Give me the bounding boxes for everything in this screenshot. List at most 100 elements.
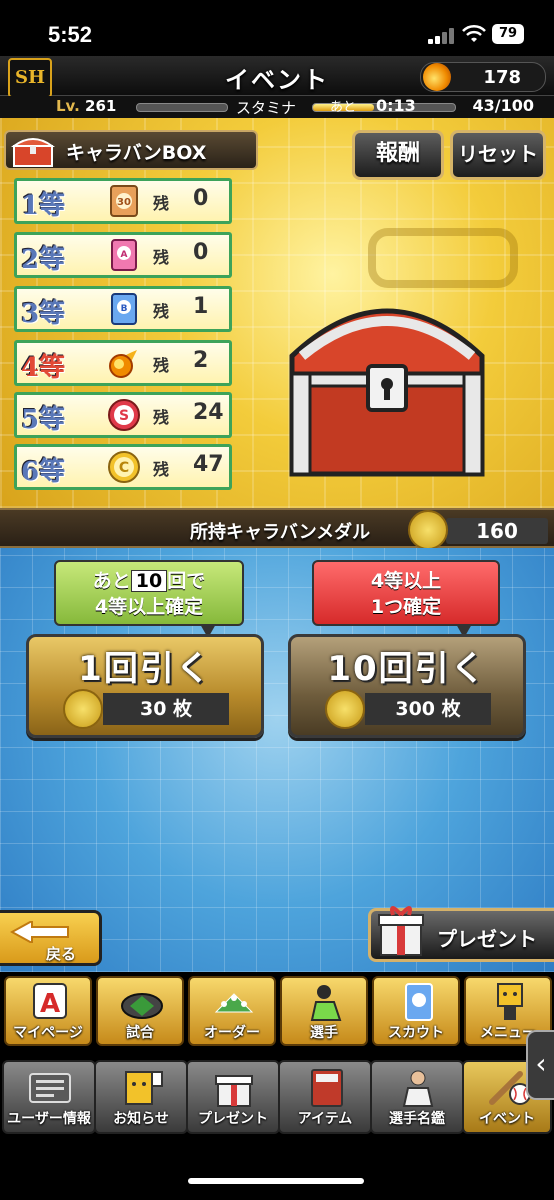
- guarantee-bubble-single: あと 10 回で 4等以上確定: [54, 560, 244, 638]
- guarantee-bubble-ten: 4等以上 1つ確定: [312, 560, 500, 638]
- draws-remaining: 10: [130, 570, 168, 592]
- nav-match[interactable]: 試合: [96, 976, 184, 1046]
- remaining-label: 残: [153, 356, 170, 375]
- reward-button[interactable]: 報酬: [352, 130, 444, 180]
- remaining-count: 47: [193, 452, 224, 477]
- prize-rank: 2等: [21, 245, 66, 275]
- ticket-30-icon: 30: [110, 185, 138, 217]
- home-indicator-area: [0, 1140, 554, 1200]
- nav-user-info[interactable]: ユーザー情報: [2, 1060, 96, 1134]
- prize-rank: 6等: [21, 457, 66, 487]
- remaining-count: 1: [193, 294, 209, 319]
- reset-button[interactable]: リセット: [450, 130, 546, 180]
- nav-present[interactable]: プレゼント: [186, 1060, 280, 1134]
- back-label: 戻る: [46, 945, 77, 963]
- stamina-label: スタミナ: [236, 99, 297, 117]
- ato-label: あと: [330, 100, 357, 115]
- stamina-timer: 0:13: [376, 96, 416, 115]
- side-drawer-toggle[interactable]: ‹: [526, 1030, 554, 1100]
- nav-player-directory[interactable]: 選手名鑑: [370, 1060, 464, 1134]
- nav-mypage[interactable]: A マイページ: [4, 976, 92, 1046]
- svg-text:B: B: [121, 304, 128, 314]
- draw-once-button[interactable]: 1回引く 30 枚: [26, 634, 264, 738]
- prize-rank: 3等: [21, 299, 66, 329]
- nav-news[interactable]: お知らせ: [94, 1060, 188, 1134]
- draw-once-cost: 30 枚: [103, 693, 229, 725]
- svg-text:30: 30: [117, 197, 131, 208]
- prize-row-4: 4等 残 2: [14, 340, 232, 386]
- home-indicator[interactable]: [188, 1178, 364, 1184]
- player-icon: [310, 985, 342, 1021]
- nav-scout[interactable]: スカウト: [372, 976, 460, 1046]
- draw-ten-button[interactable]: 10回引く 300 枚: [288, 634, 526, 738]
- nav-players[interactable]: 選手: [280, 976, 368, 1046]
- menu-mascot-icon: [497, 983, 523, 1020]
- caravan-medal-icon: [408, 510, 448, 550]
- prize-row-5: 5等 S 残 24: [14, 392, 232, 438]
- back-button[interactable]: 戻る: [0, 910, 102, 966]
- map-decoration: [368, 228, 518, 288]
- present-button[interactable]: プレゼント: [368, 906, 554, 962]
- signal-icon: [428, 28, 458, 44]
- prize-row-1: 1等 30 残 0: [14, 178, 232, 224]
- caravan-medal-icon: [325, 689, 365, 729]
- remaining-label: 残: [153, 408, 170, 427]
- back-arrow-icon: [10, 921, 69, 943]
- pink-card-icon: A: [111, 239, 137, 271]
- main-nav: A マイページ 試合 オーダー 選手 スカウト メニュー: [0, 972, 554, 1048]
- svg-text:A: A: [121, 250, 128, 260]
- svg-text:C: C: [119, 460, 129, 476]
- mypage-a-icon: A: [33, 983, 67, 1019]
- gift-icon: [215, 1075, 253, 1107]
- treasure-chest-icon: [10, 138, 56, 167]
- news-icon: [125, 1071, 163, 1105]
- remaining-count: 2: [193, 348, 209, 373]
- xp-bar: [136, 103, 228, 112]
- user-info-icon: [29, 1073, 71, 1103]
- svg-text:A: A: [40, 989, 60, 1019]
- prize-row-2: 2等 A 残 0: [14, 232, 232, 278]
- gold-c-coin-icon: C: [108, 451, 140, 483]
- prize-rank: 4等: [21, 353, 66, 383]
- medal-bar: 所持キャラバンメダル 160: [0, 508, 554, 550]
- present-label: プレゼント: [437, 927, 537, 951]
- remaining-label: 残: [153, 248, 170, 267]
- remaining-count: 24: [193, 400, 224, 425]
- prize-row-3: 3等 B 残 1: [14, 286, 232, 332]
- status-time: 5:52: [48, 22, 93, 47]
- remaining-label: 残: [153, 302, 170, 321]
- svg-text:S: S: [119, 408, 129, 424]
- remaining-label: 残: [153, 194, 170, 213]
- fireball-count: 178: [483, 67, 521, 88]
- level-display: Lv. 261: [56, 97, 117, 115]
- draw-once-label: 1回引く: [78, 649, 212, 689]
- treasure-chest-image: [289, 308, 485, 477]
- gift-icon: [378, 906, 424, 956]
- red-s-coin-icon: S: [108, 399, 140, 431]
- player-directory-icon: [402, 1070, 434, 1107]
- stadium-icon: [121, 993, 163, 1019]
- lineup-icon: [214, 993, 254, 1013]
- draw-ten-cost: 300 枚: [365, 693, 491, 725]
- stamina-value: 43/100: [472, 96, 534, 115]
- fireball-icon: [423, 63, 451, 91]
- medal-count: 160: [446, 518, 548, 544]
- prize-rank: 1等: [21, 191, 66, 221]
- nav-order[interactable]: オーダー: [188, 976, 276, 1046]
- app-header: SH イベント 178: [0, 56, 554, 98]
- caravan-box-title: キャラバンBOX: [4, 130, 258, 170]
- remaining-label: 残: [153, 460, 170, 479]
- status-bar: 5:52 79: [0, 0, 554, 56]
- box-title-label: キャラバンBOX: [66, 142, 207, 164]
- fireball-icon: [109, 350, 137, 378]
- remaining-count: 0: [193, 240, 209, 265]
- prize-row-6: 6等 C 残 47: [14, 444, 232, 490]
- level-bar: Lv. 261 スタミナ あと 0:13 43/100: [0, 96, 554, 118]
- sub-nav: ユーザー情報 お知らせ プレゼント アイテム 選手名鑑 イベント: [0, 1056, 554, 1140]
- scout-card-icon: [405, 983, 433, 1021]
- blue-card-icon: B: [111, 293, 137, 325]
- prize-rank: 5等: [21, 405, 66, 435]
- remaining-count: 0: [193, 186, 209, 211]
- nav-items[interactable]: アイテム: [278, 1060, 372, 1134]
- fireball-counter: 178: [420, 62, 546, 92]
